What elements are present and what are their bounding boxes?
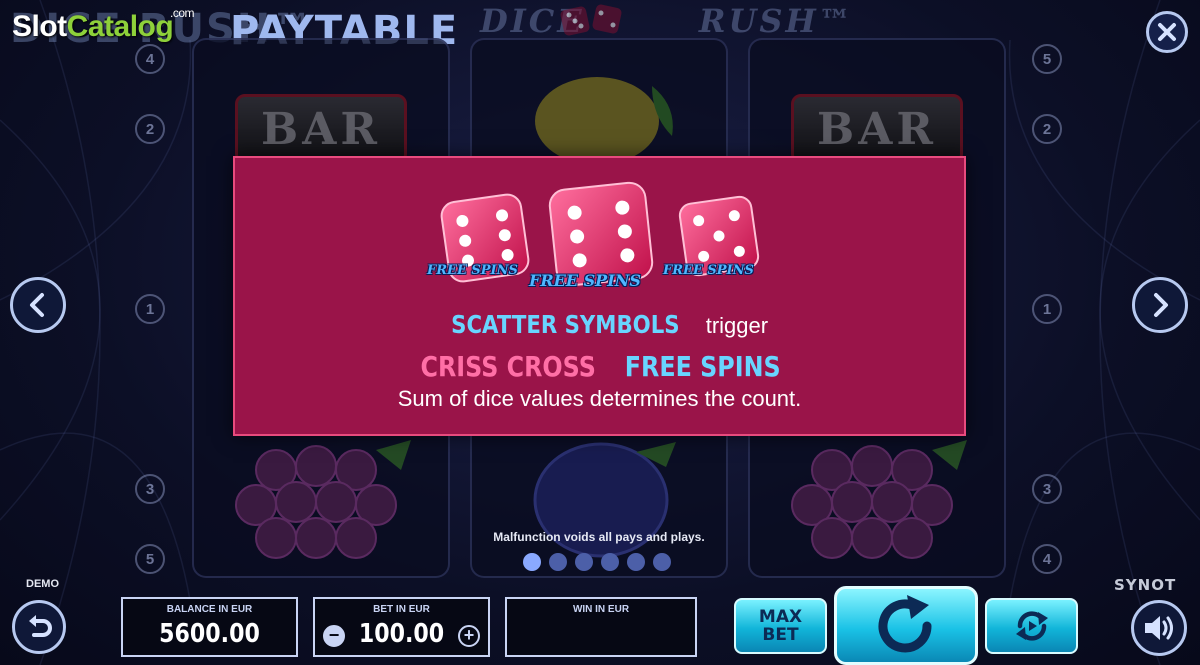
payline-number-left: 5 [135,544,165,574]
grapes-symbol [791,440,967,559]
max-bet-label-bottom: BET [762,625,799,645]
win-display: WIN IN EUR [505,597,697,657]
previous-page-button[interactable] [10,277,66,333]
provider-logo: SYNOT [1114,576,1177,594]
autoplay-icon [1015,611,1048,641]
max-bet-label-top: MAX [758,607,803,627]
balance-display: BALANCE IN EUR 5600.00 [121,597,298,657]
page-dot[interactable] [549,553,567,571]
speaker-icon [1145,616,1173,640]
watermark: SlotCatalog .com [12,6,195,44]
payline-number-left: 3 [135,474,165,504]
autoplay-button[interactable] [985,598,1078,654]
close-icon [1158,23,1176,41]
spin-button[interactable] [834,586,978,665]
demo-label: DEMO [26,578,59,590]
payline-number-left: 2 [135,114,165,144]
page-dot[interactable] [523,553,541,571]
payline-number-left: 1 [135,294,165,324]
bet-label: BET IN EUR [373,604,430,615]
game-logo: DICE RUSH™ [480,2,854,40]
page-dot[interactable] [653,553,671,571]
sound-button[interactable] [1131,600,1187,656]
watermark-slot: Slot [12,10,67,43]
lemon-symbol [535,77,673,165]
free-spins-label: FREE SPINS [427,263,518,278]
page-dot[interactable] [601,553,619,571]
payline-number-left: 4 [135,44,165,74]
payline-number-right: 3 [1032,474,1062,504]
balance-value: 5600.00 [159,619,260,649]
free-spins-text: FREE SPINS [624,350,781,383]
page-dot[interactable] [627,553,645,571]
scatter-trigger-line: SCATTER SYMBOLS trigger [235,310,964,340]
bet-increase-button[interactable]: + [458,625,480,647]
chevron-right-icon [1154,293,1168,317]
close-button[interactable] [1146,11,1188,53]
free-spins-label: FREE SPINS [663,263,754,278]
free-spins-label: FREE SPINS [529,271,641,290]
max-bet-button[interactable]: MAX BET [734,598,827,654]
free-spins-feature-line: CRISS CROSS FREE SPINS [235,350,964,383]
payline-number-right: 1 [1032,294,1062,324]
bar-symbol: BAR [791,94,963,164]
grapes-symbol [235,440,411,559]
trigger-text: trigger [699,313,769,338]
bet-value: 100.00 [358,619,445,649]
back-button[interactable] [12,600,66,654]
watermark-catalog: Catalog [66,10,174,43]
bar-symbol: BAR [235,94,407,164]
plus-icon: + [463,625,475,645]
scatter-symbols-text: SCATTER SYMBOLS [451,310,680,339]
balance-label: BALANCE IN EUR [166,604,253,615]
dice-count-description: Sum of dice values determines the count. [397,386,802,411]
malfunction-disclaimer: Malfunction voids all pays and plays. [493,530,705,544]
undo-icon [29,615,52,637]
paytable-panel: FREE SPINS FREE SPINS FREE SPINS SCATTER… [233,156,966,436]
next-page-button[interactable] [1132,277,1188,333]
payline-number-right: 5 [1032,44,1062,74]
win-label: WIN IN EUR [572,604,630,615]
page-dot[interactable] [575,553,593,571]
pagination-dots [523,553,671,571]
logo-text-right: RUSH™ [698,2,854,40]
chevron-left-icon [30,293,44,317]
spin-icon [878,594,932,652]
criss-cross-text: CRISS CROSS [420,350,596,383]
bet-display: BET IN EUR − 100.00 + [313,597,490,657]
payline-number-right: 2 [1032,114,1062,144]
watermark-com: .com [170,6,195,20]
logo-dice-icon [560,4,622,36]
payline-number-right: 4 [1032,544,1062,574]
